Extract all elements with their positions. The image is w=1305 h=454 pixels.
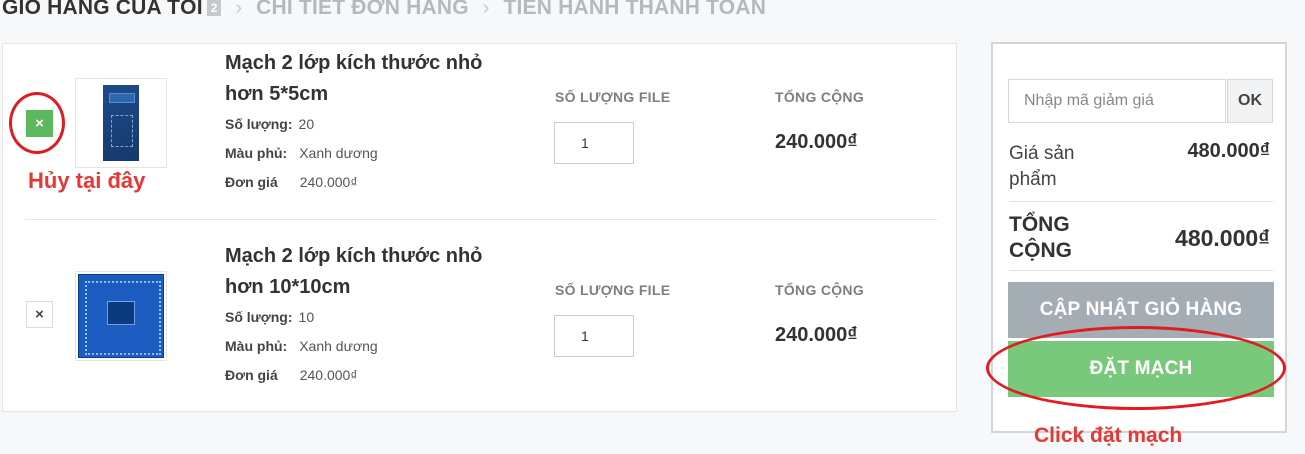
item-divider [25,219,937,220]
spec-unit-price: Đơn giá 240.000₫ [225,367,358,383]
grand-total-value: 480.000₫ [1175,225,1270,251]
total-header: TỔNG CỘNG [775,282,865,298]
cart-item: × Mạch 2 lớp kích thước nhỏ hơn 5*5cm Số… [3,44,958,234]
spec-label: Màu phủ: [225,145,288,161]
highlight-ellipse-order [986,326,1286,410]
total-header: TỔNG CỘNG [775,89,865,105]
subtotal-label: Giá sản phẩm [1009,143,1075,190]
product-name: Mạch 2 lớp kích thước nhỏ hơn 10*10cm [225,245,483,298]
spec-label: Đơn giá [225,367,278,383]
highlight-ellipse-remove [9,92,65,154]
spec-label: Số lượng: [225,309,293,325]
pcb-thumbnail [78,274,164,358]
cart-items-panel: × Mạch 2 lớp kích thước nhỏ hơn 5*5cm Số… [2,43,957,412]
chevron-right-icon: › [482,0,490,19]
file-quantity-input[interactable] [554,122,634,164]
file-quantity-header: SỐ LƯỢNG FILE [555,282,671,298]
spec-color: Màu phủ: Xanh dương [225,145,378,161]
product-image [75,78,167,168]
file-quantity-input[interactable] [554,315,634,357]
summary-divider [1009,201,1273,202]
breadcrumb-cart[interactable]: GIỎ HÀNG CỦA TÔI [2,0,203,20]
item-total: 240.000₫ [775,131,858,153]
breadcrumb: GIỎ HÀNG CỦA TÔI 2 › CHI TIẾT ĐƠN HÀNG ›… [2,0,766,23]
spec-label: Số lượng: [225,116,293,132]
spec-color: Màu phủ: Xanh dương [225,338,378,354]
pcb-thumbnail [103,85,139,161]
spec-unit-price: Đơn giá 240.000₫ [225,174,358,190]
summary-divider [1009,270,1273,271]
spec-quantity: Số lượng: 10 [225,309,314,325]
spec-value: 20 [298,116,315,132]
spec-value: Xanh dương [299,145,378,161]
spec-label: Đơn giá [225,174,278,190]
product-image [75,271,167,361]
coupon-code-input[interactable] [1008,79,1226,123]
annotation-cancel-here: Hủy tại đây [28,168,146,193]
grand-total-label: TỔNG CỘNG [1009,213,1072,262]
cart-count-badge: 2 [206,0,222,16]
annotation-click-order: Click đặt mạch [1034,424,1183,447]
spec-value: Xanh dương [299,338,378,354]
spec-label: Màu phủ: [225,338,288,354]
product-name: Mạch 2 lớp kích thước nhỏ hơn 5*5cm [225,52,483,105]
spec-value: 10 [298,309,315,325]
close-icon: × [35,306,44,323]
item-total: 240.000₫ [775,324,858,346]
breadcrumb-order-detail[interactable]: CHI TIẾT ĐƠN HÀNG [256,0,469,20]
cart-item: × Mạch 2 lớp kích thước nhỏ hơn 10*10cm … [3,237,958,427]
spec-quantity: Số lượng: 20 [225,116,314,132]
file-quantity-header: SỐ LƯỢNG FILE [555,89,671,105]
remove-item-button[interactable]: × [26,301,53,328]
spec-value: 240.000₫ [299,367,358,383]
subtotal-value: 480.000₫ [1187,140,1270,162]
chevron-right-icon: › [235,0,243,19]
breadcrumb-checkout[interactable]: TIẾN HÀNH THANH TOÁN [503,0,766,20]
spec-value: 240.000₫ [299,174,358,190]
apply-coupon-button[interactable]: OK [1227,79,1273,123]
